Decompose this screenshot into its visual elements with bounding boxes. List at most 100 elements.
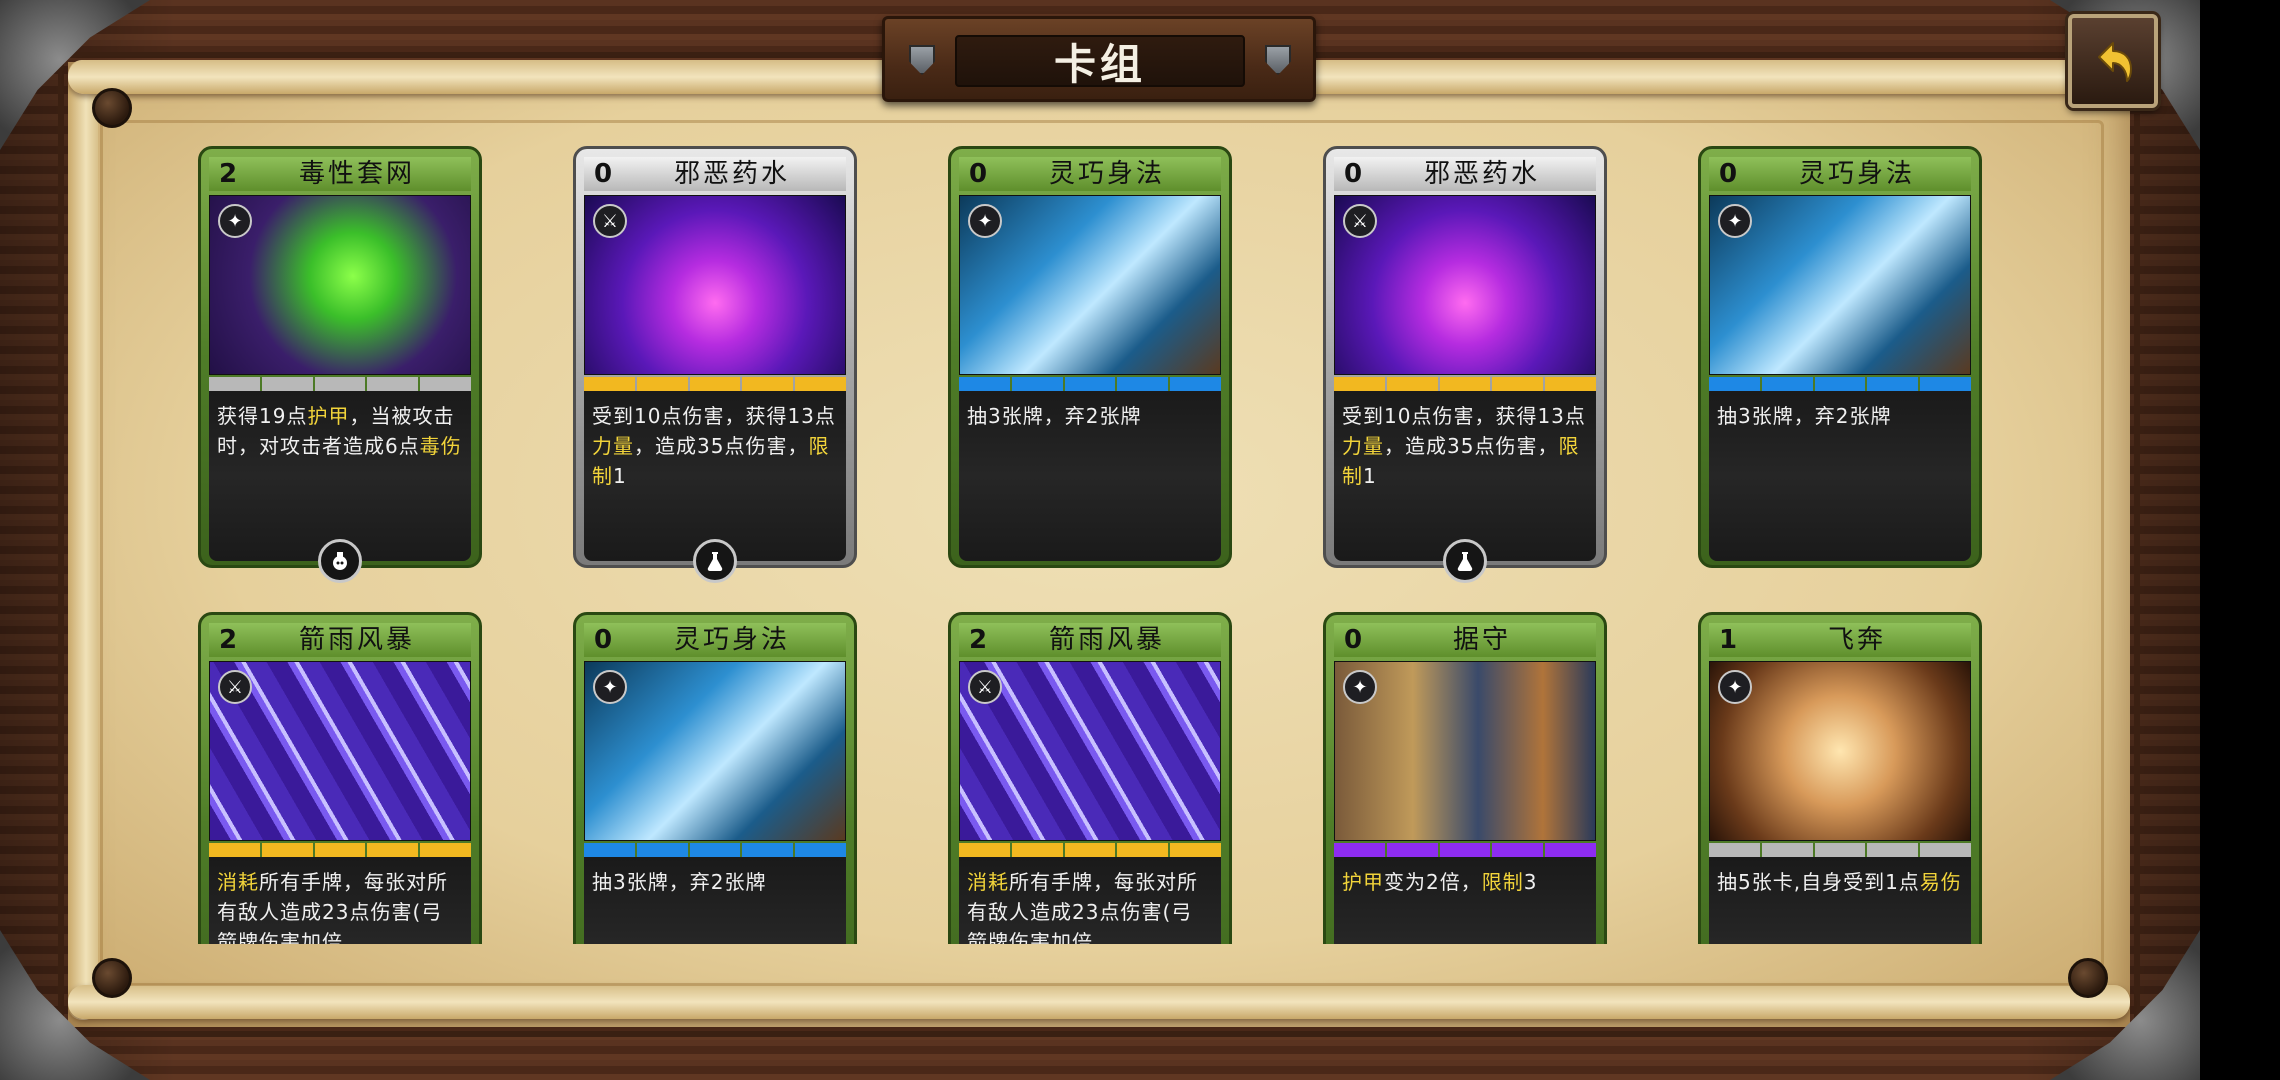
card-header: 1 飞奔 <box>1709 623 1971 657</box>
description-text: 受到10点伤害，获得13点 <box>592 404 836 428</box>
return-arrow-icon <box>2098 42 2132 82</box>
screen-edge-bar <box>2200 0 2280 1080</box>
card-art: ✦ <box>1709 661 1971 841</box>
card-header: 0 灵巧身法 <box>584 623 846 657</box>
card-cost: 1 <box>1719 625 1738 655</box>
card-name: 灵巧身法 <box>1798 159 1915 189</box>
card-art: ⚔ <box>959 661 1221 841</box>
description-text: 1 <box>613 464 627 488</box>
card-cost: 0 <box>1344 159 1363 189</box>
description-text: ，造成35点伤害， <box>1384 434 1559 458</box>
rarity-bar <box>584 843 846 857</box>
keyword-text: 毒伤 <box>419 434 462 458</box>
card-header: 0 灵巧身法 <box>1709 157 1971 191</box>
flask-icon <box>1443 539 1487 583</box>
sparkle-icon: ✦ <box>218 204 252 238</box>
potion-icon <box>318 539 362 583</box>
card-description: 受到10点伤害，获得13点力量，造成35点伤害，限制1 <box>1334 391 1596 583</box>
title-panel: 卡组 <box>955 35 1245 89</box>
deck-card-grid[interactable]: 2 毒性套网 ✦ 获得19点护甲，当被攻击时，对攻击者造成6点毒伤 0 邪恶药水 ⚔ 受到10… <box>190 140 2010 944</box>
sparkle-icon: ✦ <box>1718 204 1752 238</box>
description-text: 抽3张牌，弃2张牌 <box>592 870 767 894</box>
shield-icon <box>909 45 935 75</box>
card-name: 邪恶药水 <box>673 159 790 189</box>
card-description: 护甲变为2倍，限制3 <box>1334 857 1596 944</box>
card-art: ⚔ <box>584 195 846 375</box>
card-header: 2 毒性套网 <box>209 157 471 191</box>
rarity-bar <box>584 377 846 391</box>
shield-icon <box>1265 45 1291 75</box>
card-description: 消耗所有手牌，每张对所有敌人造成23点伤害(弓箭牌伤害加倍 <box>959 857 1221 944</box>
rarity-bar <box>959 843 1221 857</box>
deck-card[interactable]: 2 毒性套网 ✦ 获得19点护甲，当被攻击时，对攻击者造成6点毒伤 <box>198 146 482 583</box>
sword-icon: ⚔ <box>968 670 1002 704</box>
rarity-bar <box>209 377 471 391</box>
description-text: 获得19点 <box>217 404 308 428</box>
deck-card[interactable]: 0 灵巧身法 ✦ 抽3张牌，弃2张牌 <box>948 146 1232 568</box>
rarity-bar <box>1334 377 1596 391</box>
keyword-text: 消耗 <box>217 870 259 894</box>
rarity-bar <box>1334 843 1596 857</box>
card-description: 抽3张牌，弃2张牌 <box>1709 391 1971 561</box>
card-name: 飞奔 <box>1827 625 1886 655</box>
rivet <box>92 958 132 998</box>
card-header: 0 邪恶药水 <box>584 157 846 191</box>
flask-icon <box>693 539 737 583</box>
scroll-roll-bottom <box>68 985 2130 1019</box>
keyword-text: 护甲 <box>307 404 350 428</box>
description-text: 3 <box>1523 870 1538 894</box>
rarity-bar <box>959 377 1221 391</box>
card-cost: 0 <box>1344 625 1363 655</box>
card-cost: 0 <box>594 159 613 189</box>
description-text: 抽3张牌，弃2张牌 <box>1717 404 1892 428</box>
card-art: ✦ <box>209 195 471 375</box>
sparkle-icon: ✦ <box>968 204 1002 238</box>
rarity-bar <box>209 843 471 857</box>
card-description: 抽3张牌，弃2张牌 <box>584 857 846 944</box>
scroll-roll-left <box>68 60 98 1020</box>
card-cost: 2 <box>969 625 988 655</box>
card-art: ⚔ <box>209 661 471 841</box>
deck-card[interactable]: 0 邪恶药水 ⚔ 受到10点伤害，获得13点力量，造成35点伤害，限制1 <box>1323 146 1607 583</box>
rivet <box>2068 958 2108 998</box>
deck-card[interactable]: 0 灵巧身法 ✦ 抽3张牌，弃2张牌 <box>573 612 857 944</box>
deck-card[interactable]: 2 箭雨风暴 ⚔ 消耗所有手牌，每张对所有敌人造成23点伤害(弓箭牌伤害加倍 <box>198 612 482 944</box>
corner-ornament <box>0 0 150 150</box>
corner-ornament <box>2050 930 2200 1080</box>
card-cost: 0 <box>1719 159 1738 189</box>
keyword-text: 护甲 <box>1342 870 1384 894</box>
corner-ornament <box>0 930 150 1080</box>
card-name: 毒性套网 <box>298 159 415 189</box>
description-text: 受到10点伤害，获得13点 <box>1342 404 1586 428</box>
description-text: ，造成35点伤害， <box>634 434 809 458</box>
sparkle-icon: ✦ <box>1718 670 1752 704</box>
card-art: ⚔ <box>1334 195 1596 375</box>
keyword-text: 消耗 <box>967 870 1009 894</box>
page-title: 卡组 <box>1053 39 1146 89</box>
card-description: 获得19点护甲，当被攻击时，对攻击者造成6点毒伤 <box>209 391 471 583</box>
deck-card[interactable]: 1 飞奔 ✦ 抽5张卡,自身受到1点易伤 <box>1698 612 1982 944</box>
description-text: 抽5张卡,自身受到1点 <box>1717 870 1920 894</box>
title-plaque: 卡组 <box>882 16 1316 102</box>
card-cost: 2 <box>219 625 238 655</box>
sparkle-icon: ✦ <box>593 670 627 704</box>
card-name: 灵巧身法 <box>673 625 790 655</box>
description-text: 1 <box>1363 464 1377 488</box>
back-button[interactable] <box>2068 14 2158 108</box>
card-description: 抽5张卡,自身受到1点易伤 <box>1709 857 1971 944</box>
card-cost: 0 <box>594 625 613 655</box>
deck-card[interactable]: 0 据守 ✦ 护甲变为2倍，限制3 <box>1323 612 1607 944</box>
card-cost: 0 <box>969 159 988 189</box>
card-header: 0 邪恶药水 <box>1334 157 1596 191</box>
sparkle-icon: ✦ <box>1343 670 1377 704</box>
deck-card[interactable]: 2 箭雨风暴 ⚔ 消耗所有手牌，每张对所有敌人造成23点伤害(弓箭牌伤害加倍 <box>948 612 1232 944</box>
deck-card[interactable]: 0 灵巧身法 ✦ 抽3张牌，弃2张牌 <box>1698 146 1982 568</box>
card-name: 箭雨风暴 <box>1048 625 1165 655</box>
card-cost: 2 <box>219 159 238 189</box>
card-name: 据守 <box>1452 625 1511 655</box>
card-description: 受到10点伤害，获得13点力量，造成35点伤害，限制1 <box>584 391 846 583</box>
card-header: 2 箭雨风暴 <box>959 623 1221 657</box>
deck-card[interactable]: 0 邪恶药水 ⚔ 受到10点伤害，获得13点力量，造成35点伤害，限制1 <box>573 146 857 583</box>
card-art: ✦ <box>584 661 846 841</box>
keyword-text: 力量 <box>592 434 634 458</box>
